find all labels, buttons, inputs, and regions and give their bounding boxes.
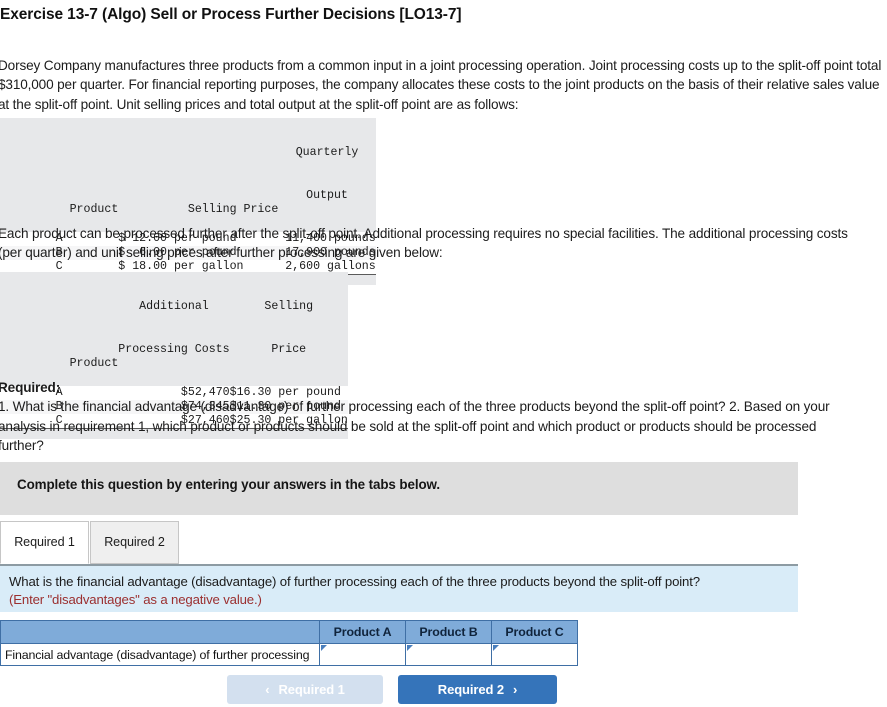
col-header-selling-price: x Selling Price: [187, 203, 279, 217]
answer-entry-table: Product A Product B Product C Financial …: [0, 620, 578, 666]
requirement-tabs: Required 1 Required 2: [0, 521, 798, 565]
navigation-bar: ‹ Required 1 Required 2 ›: [0, 675, 887, 705]
chevron-right-icon: ›: [512, 682, 518, 697]
required-item-1: 1. What is the financial advantage (disa…: [0, 399, 726, 415]
required-section: Required: 1. What is the financial advan…: [0, 378, 860, 455]
col-header-selling-price: Selling Price: [264, 300, 314, 357]
answer-header-blank: [0, 620, 320, 644]
prev-button-label: Required 1: [278, 682, 345, 697]
next-button-label: Required 2: [437, 682, 504, 697]
prev-required-1-button[interactable]: ‹ Required 1: [227, 675, 383, 704]
tab-required-2[interactable]: Required 2: [90, 521, 179, 564]
tab-required-1[interactable]: Required 1: [0, 521, 89, 564]
exercise-page: Exercise 13-7 (Algo) Sell or Process Fur…: [0, 0, 887, 707]
chevron-left-icon: ‹: [265, 682, 270, 697]
answer-input-product-c[interactable]: [491, 643, 578, 666]
col-header-quarterly-output: Quarterly Output: [295, 146, 359, 203]
answer-row: Financial advantage (disadvantage) of fu…: [0, 643, 578, 666]
question-text: What is the financial advantage (disadva…: [9, 574, 700, 589]
question-panel: What is the financial advantage (disadva…: [0, 564, 798, 612]
complete-question-text: Complete this question by entering your …: [17, 477, 440, 492]
col-header-product: x Product: [69, 203, 119, 217]
answer-header-product-a: Product A: [319, 620, 406, 644]
answer-row-label: Financial advantage (disadvantage) of fu…: [0, 643, 320, 666]
answer-header-row: Product A Product B Product C: [0, 620, 578, 644]
intro-paragraph-2: Each product can be processed further af…: [0, 226, 848, 261]
answer-header-product-c: Product C: [491, 620, 578, 644]
required-label: Required:: [0, 380, 61, 395]
page-title: Exercise 13-7 (Algo) Sell or Process Fur…: [0, 6, 462, 23]
intro-paragraph-1: Dorsey Company manufactures three produc…: [0, 58, 882, 112]
complete-question-banner: Complete this question by entering your …: [0, 462, 798, 515]
answer-input-product-b[interactable]: [405, 643, 492, 666]
answer-header-product-b: Product B: [405, 620, 492, 644]
question-hint: (Enter "disadvantages" as a negative val…: [9, 592, 262, 607]
col-header-product: x Product: [69, 357, 119, 371]
col-header-additional-processing-costs: Additional Processing Costs: [118, 300, 230, 357]
answer-input-product-a[interactable]: [319, 643, 406, 666]
next-required-2-button[interactable]: Required 2 ›: [398, 675, 557, 704]
